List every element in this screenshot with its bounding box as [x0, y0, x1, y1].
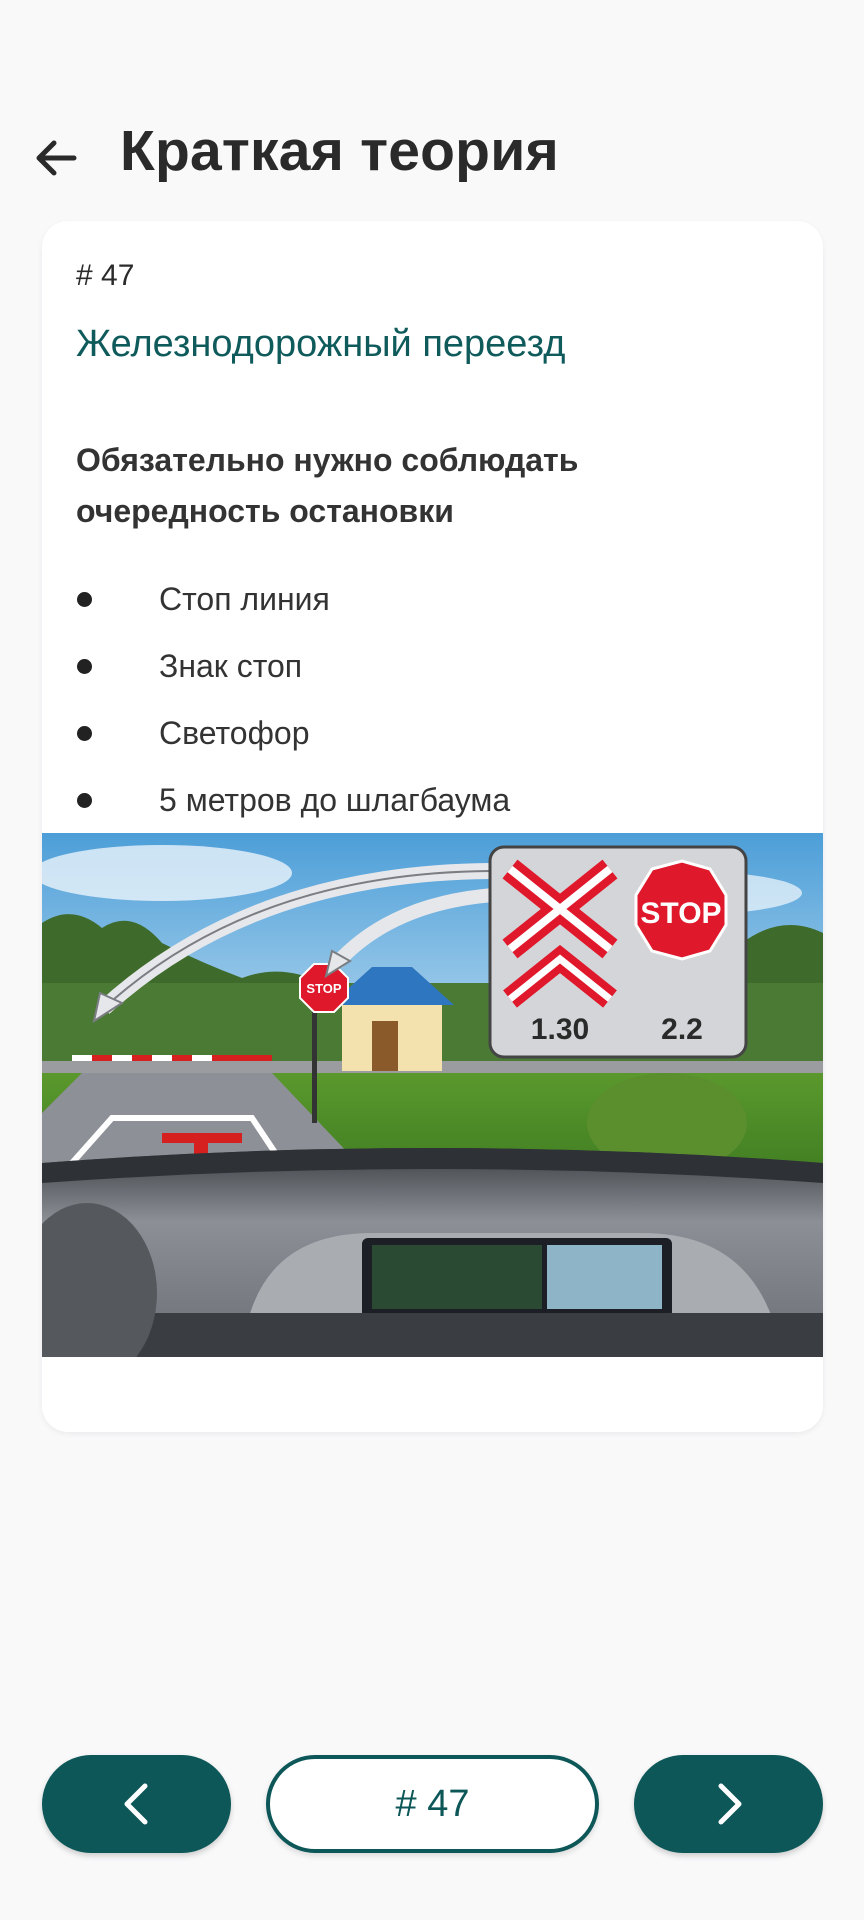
back-button[interactable]: [22, 124, 90, 192]
sign-code-right: 2.2: [661, 1013, 703, 1046]
chevron-left-icon: [124, 1783, 147, 1825]
list-item-label: Стоп линия: [159, 581, 330, 617]
list-item: Знак стоп: [76, 633, 510, 700]
arrow-left-icon: [36, 140, 77, 176]
list-item-label: Светофор: [159, 715, 310, 751]
app-header: Краткая теория: [0, 100, 864, 210]
previous-button[interactable]: [42, 1755, 231, 1853]
bullet-icon: [77, 726, 92, 741]
stop-sign-label: STOP: [640, 897, 721, 930]
railway-crossing-illustration: STOP 1.30 STOP 2.2: [42, 833, 823, 1357]
card-number: # 47: [76, 259, 135, 292]
bullet-icon: [77, 659, 92, 674]
list-item: Светофор: [76, 700, 510, 767]
list-item-label: 5 метров до шлагбаума: [159, 782, 511, 818]
list-item-label: Знак стоп: [159, 648, 303, 684]
chevron-right-icon: [718, 1783, 741, 1825]
theory-card: # 47 Железнодорожный переезд Обязательно…: [42, 221, 823, 1432]
page-title: Краткая теория: [120, 119, 559, 183]
card-heading: Железнодорожный переезд: [76, 323, 566, 365]
sign-code-left: 1.30: [531, 1013, 589, 1046]
rule-list: Стоп линия Знак стоп Светофор 5 метров д…: [76, 566, 510, 834]
card-counter-button[interactable]: # 47: [266, 1755, 599, 1853]
next-button[interactable]: [634, 1755, 823, 1853]
card-counter-label: # 47: [395, 1782, 470, 1825]
bullet-icon: [77, 592, 92, 607]
bullet-icon: [77, 793, 92, 808]
list-item: Стоп линия: [76, 566, 510, 633]
list-item: 5 метров до шлагбаума: [76, 767, 510, 834]
stop-sign-small-label: STOP: [306, 981, 341, 996]
card-lead-text: Обязательно нужно соблюдать очередность …: [76, 442, 579, 529]
